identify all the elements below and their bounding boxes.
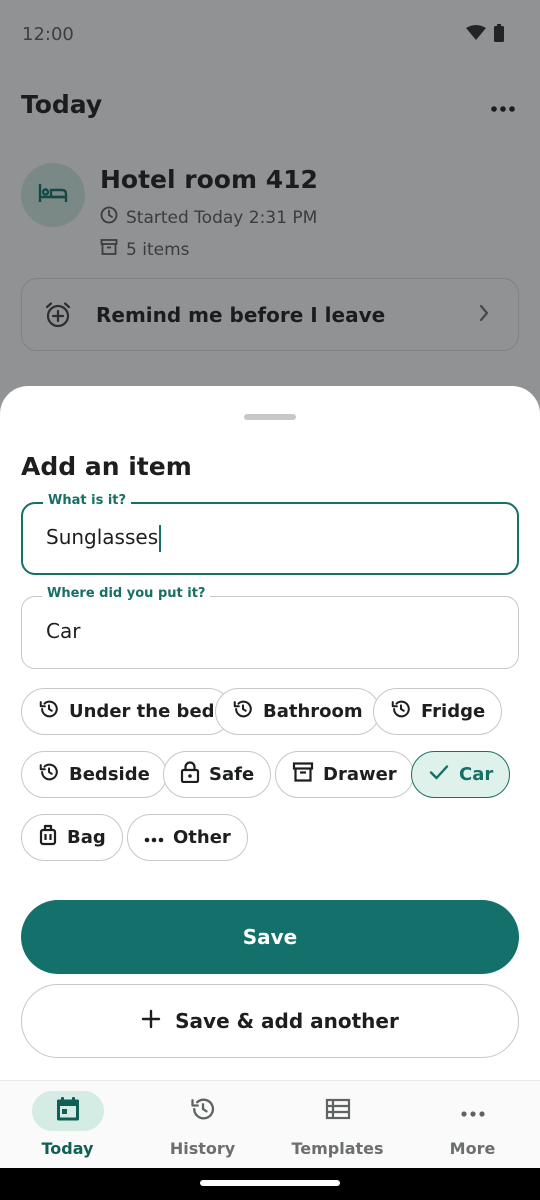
home-gesture-handle[interactable] — [200, 1180, 340, 1186]
chip-car[interactable]: Car — [411, 751, 511, 798]
nav-more[interactable]: More — [405, 1081, 540, 1169]
location-label: Where did you put it? — [42, 586, 211, 601]
nav-templates[interactable]: Templates — [270, 1081, 405, 1169]
nav-more-indicator — [437, 1091, 509, 1131]
chip-label: Under the bed — [69, 701, 215, 722]
nav-templates-indicator — [302, 1091, 374, 1131]
item-name-field[interactable]: What is it? Sunglasses — [21, 493, 519, 575]
more-horizontal-icon — [461, 1102, 485, 1121]
check-icon — [428, 761, 450, 788]
item-name-label: What is it? — [43, 493, 132, 508]
text-caret — [159, 525, 162, 552]
save-and-add-another-button[interactable]: Save & add another — [21, 984, 519, 1058]
nav-today-indicator — [32, 1091, 104, 1131]
system-gesture-bar — [0, 1168, 540, 1200]
archive-icon — [292, 761, 314, 788]
chip-other[interactable]: Other — [127, 814, 248, 861]
luggage-icon — [38, 824, 58, 851]
location-field[interactable]: Where did you put it? Car — [21, 586, 519, 669]
chip-safe[interactable]: Safe — [163, 751, 272, 798]
add-item-sheet: Add an item What is it? Sunglasses Where… — [0, 386, 540, 1200]
chip-drawer[interactable]: Drawer — [275, 751, 414, 798]
history-icon — [38, 698, 60, 725]
chip-label: Fridge — [421, 701, 486, 722]
plus-icon — [141, 1009, 161, 1034]
list-icon — [325, 1098, 351, 1124]
lock-icon — [180, 761, 200, 788]
chip-bag[interactable]: Bag — [21, 814, 123, 861]
nav-today[interactable]: Today — [0, 1081, 135, 1169]
calendar-icon — [55, 1096, 81, 1126]
sheet-title: Add an item — [21, 452, 192, 481]
chip-label: Car — [459, 764, 494, 785]
chip-label: Bedside — [69, 764, 150, 785]
nav-today-label: Today — [41, 1139, 94, 1158]
chip-fridge[interactable]: Fridge — [373, 688, 503, 735]
nav-templates-label: Templates — [291, 1139, 384, 1158]
more-horizontal-icon — [144, 827, 164, 848]
item-name-input[interactable]: Sunglasses — [46, 525, 162, 552]
bottom-navigation: Today History Templates More — [0, 1080, 540, 1168]
nav-history[interactable]: History — [135, 1081, 270, 1169]
chip-label: Bathroom — [263, 701, 363, 722]
save-button[interactable]: Save — [21, 900, 519, 974]
chip-label: Bag — [67, 827, 106, 848]
location-input[interactable]: Car — [46, 619, 80, 643]
save-and-add-another-label: Save & add another — [175, 1009, 399, 1033]
item-name-value: Sunglasses — [46, 525, 159, 549]
nav-history-label: History — [169, 1139, 236, 1158]
nav-history-indicator — [167, 1091, 239, 1131]
history-icon — [189, 1095, 217, 1127]
chip-label: Drawer — [323, 764, 397, 785]
chip-label: Safe — [209, 764, 255, 785]
chip-label: Other — [173, 827, 231, 848]
history-icon — [38, 761, 60, 788]
drag-handle[interactable] — [244, 414, 296, 420]
chip-bedside[interactable]: Bedside — [21, 751, 167, 798]
chip-under-the-bed[interactable]: Under the bed — [21, 688, 232, 735]
nav-more-label: More — [449, 1139, 496, 1158]
history-icon — [390, 698, 412, 725]
history-icon — [232, 698, 254, 725]
chip-bathroom[interactable]: Bathroom — [215, 688, 380, 735]
